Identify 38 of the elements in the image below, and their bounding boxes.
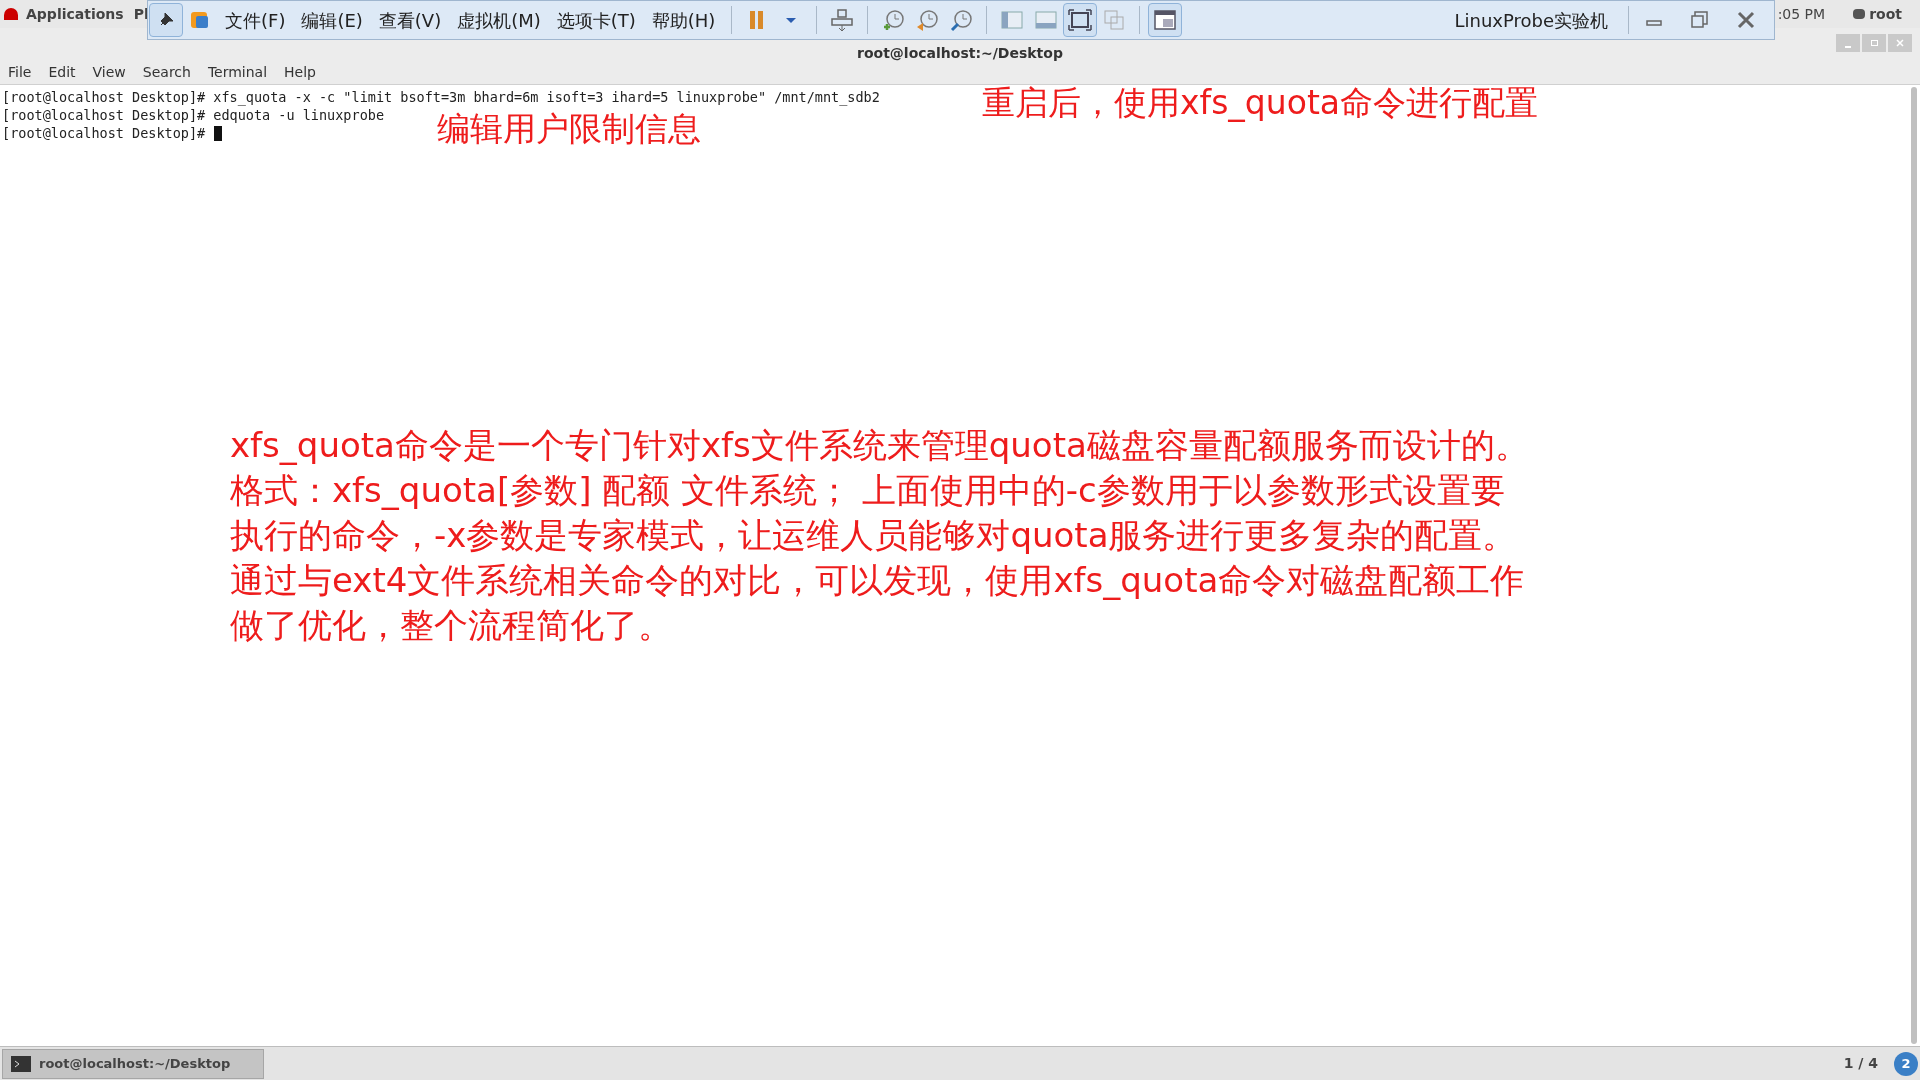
- menu-item[interactable]: 编辑(E): [293, 6, 371, 34]
- menu-item[interactable]: Help: [284, 62, 316, 83]
- maximize-button[interactable]: [1862, 34, 1886, 52]
- fullscreen-icon[interactable]: [1063, 3, 1098, 37]
- close-button[interactable]: [1888, 34, 1912, 52]
- terminal-line: [root@localhost Desktop]# xfs_quota -x -c "limit bsoft=3m bhard=6m isoft=3 ihard=5 linuxprobe" /mnt/mnt_sdb2: [2, 88, 880, 106]
- minimize-button[interactable]: [1836, 34, 1860, 52]
- user-menu[interactable]: root: [1869, 3, 1902, 25]
- menu-item[interactable]: Edit: [48, 62, 76, 83]
- user-icon: [1853, 9, 1866, 19]
- menu-item[interactable]: Terminal: [207, 62, 268, 83]
- menu-item[interactable]: 文件(F): [217, 6, 294, 34]
- window-title: root@localhost:~/Desktop: [857, 45, 1063, 61]
- taskbar-item[interactable]: root@localhost:~/Desktop: [2, 1048, 264, 1079]
- applications-menu[interactable]: Applications: [26, 3, 124, 25]
- menu-item[interactable]: File: [8, 62, 32, 83]
- menu-item[interactable]: Search: [142, 62, 191, 83]
- vm-title: LinuxProbe实验机: [1454, 8, 1608, 33]
- annotation-paragraph: xfs_quota命令是一个专门针对xfs文件系统来管理quota磁盘容量配额服务而设计的。 格式：xfs_quota[参数] 配额 文件系统； 上面使用中的-c参数用于以参数形式设置要 执行的命令，-x参数是专家模式，让运维人员能够对quota服务进行更多复杂的配置。 通过与ext4文件系统相关命令的对比，可以发现，使用xfs_quota命令对磁盘配额工作 做了优化，整个流程简化了。: [230, 424, 1529, 647]
- minimize-icon: [1845, 46, 1851, 48]
- annotation-text: 重启后，使用xfs_quota命令进行配置: [982, 83, 1539, 123]
- notification-badge[interactable]: 2: [1894, 1051, 1918, 1076]
- menu-item[interactable]: 选项卡(T): [548, 6, 644, 34]
- terminal-line: [root@localhost Desktop]#: [2, 124, 206, 142]
- terminal-line: [root@localhost Desktop]# edquota -u linuxprobe: [2, 106, 384, 124]
- menu-item[interactable]: 查看(V): [370, 6, 450, 34]
- scrollbar[interactable]: [1911, 87, 1917, 1044]
- clock[interactable]: :05 PM: [1777, 3, 1826, 25]
- window-view-icon[interactable]: [1148, 3, 1183, 37]
- menu-item[interactable]: 虚拟机(M): [449, 6, 549, 34]
- workspace-pager[interactable]: 1 / 4: [1843, 1053, 1878, 1074]
- close-icon: [1896, 39, 1904, 47]
- menu-item[interactable]: 帮助(H): [643, 6, 724, 34]
- annotation-text: 编辑用户限制信息: [437, 109, 701, 149]
- maximize-icon: [1870, 40, 1878, 46]
- menu-item[interactable]: View: [92, 62, 126, 83]
- terminal-icon: [11, 1055, 31, 1072]
- hat-icon: [4, 8, 18, 20]
